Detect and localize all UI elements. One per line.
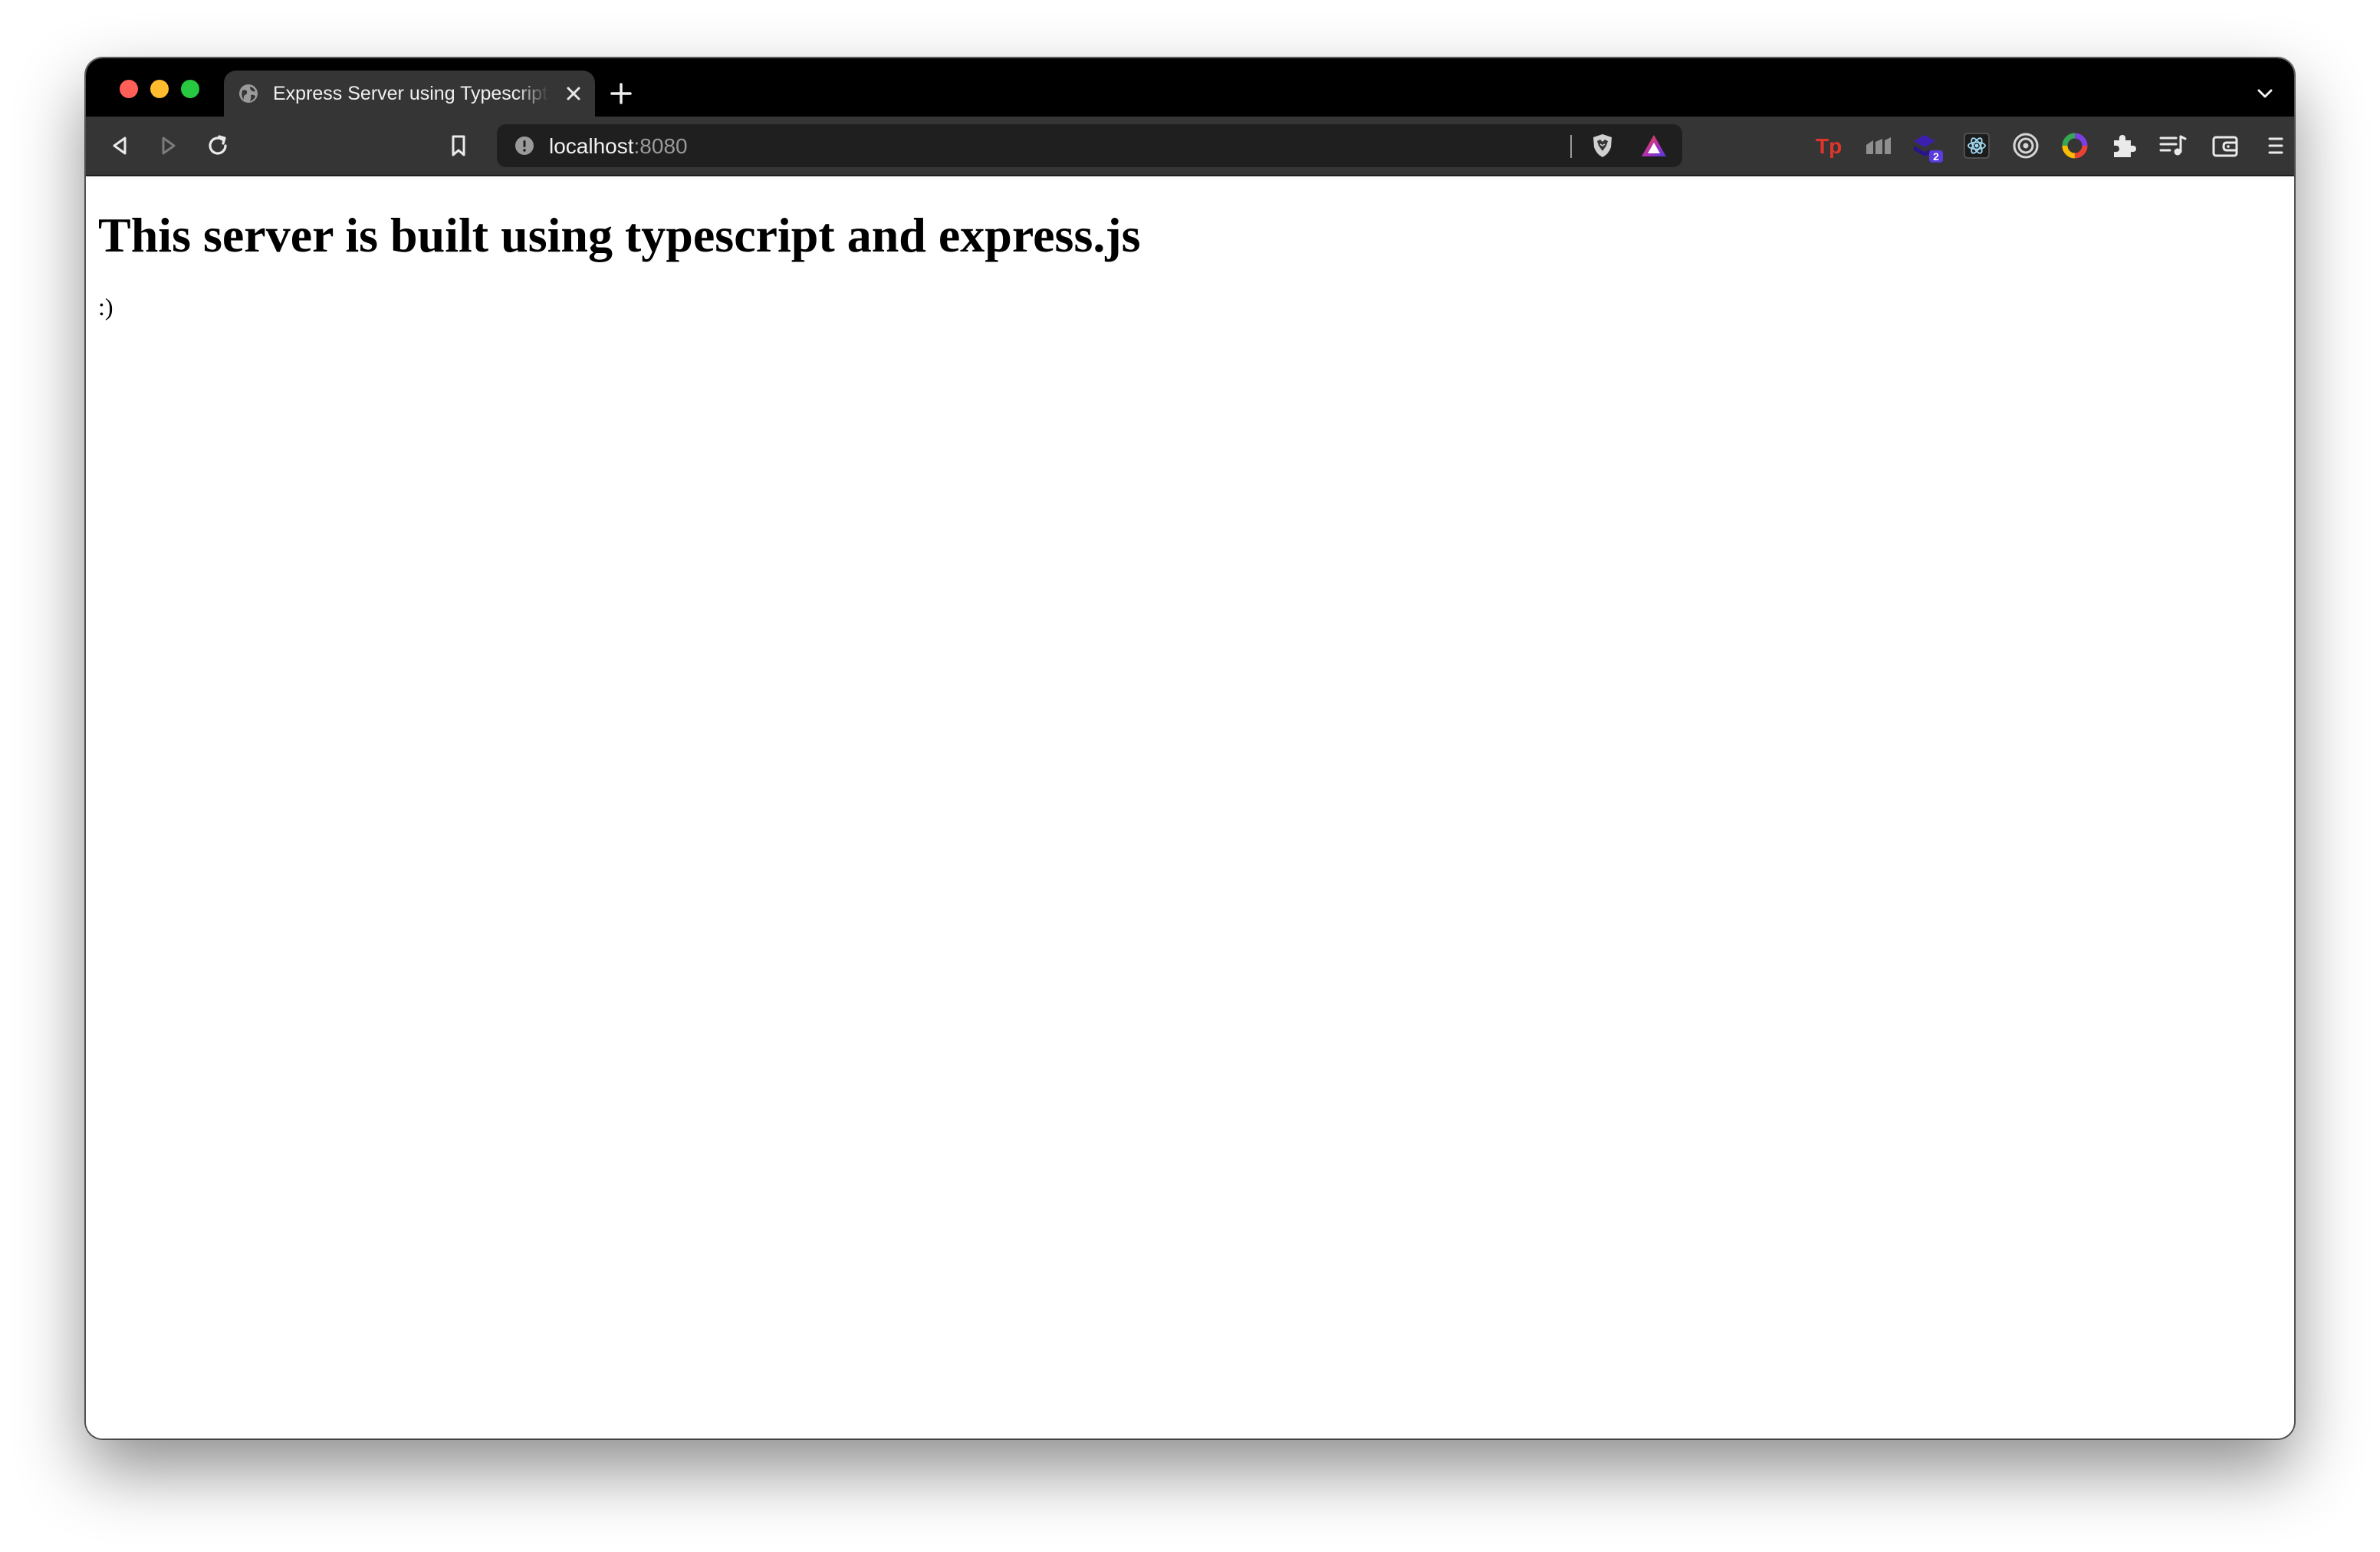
- window-minimize-button[interactable]: [150, 80, 169, 98]
- window-close-button[interactable]: [120, 80, 138, 98]
- page-viewport: This server is built using typescript an…: [86, 176, 2294, 1439]
- hamburger-menu-icon[interactable]: [2259, 129, 2293, 163]
- typing-tool-extension-icon[interactable]: Tp: [1813, 129, 1846, 163]
- color-picker-extension-icon[interactable]: [2058, 129, 2092, 163]
- site-info-icon[interactable]: [514, 135, 535, 156]
- brave-shields-icon[interactable]: [1589, 132, 1616, 159]
- url-text: localhost:8080: [549, 134, 688, 159]
- layers-extension-icon[interactable]: 2: [1911, 129, 1944, 163]
- omnibox-divider: [1570, 135, 1572, 158]
- back-icon[interactable]: [104, 130, 135, 161]
- wallet-icon[interactable]: [2208, 129, 2242, 163]
- chevron-down-icon[interactable]: [2251, 80, 2279, 107]
- reading-list-icon[interactable]: [2156, 129, 2190, 163]
- url-port: :8080: [633, 134, 688, 158]
- active-tab[interactable]: Express Server using Typescript: [224, 71, 595, 117]
- reload-icon[interactable]: [202, 130, 233, 161]
- brave-rewards-icon[interactable]: [1639, 132, 1668, 159]
- page-paragraph: :): [98, 293, 113, 321]
- browser-window: Express Server using Typescript localhos…: [86, 58, 2294, 1439]
- target-extension-icon[interactable]: [2009, 129, 2043, 163]
- new-tab-plus-icon[interactable]: [607, 80, 635, 107]
- window-zoom-button[interactable]: [181, 80, 199, 98]
- bookmark-icon[interactable]: [443, 130, 474, 161]
- svg-text:Tp: Tp: [1816, 134, 1842, 158]
- address-bar[interactable]: localhost:8080: [497, 124, 1682, 167]
- browser-toolbar: localhost:8080 Tp 2: [86, 117, 2294, 176]
- tab-strip: Express Server using Typescript: [86, 58, 2294, 117]
- tab-title: Express Server using Typescript: [273, 82, 548, 104]
- puzzle-extensions-icon[interactable]: [2107, 129, 2141, 163]
- close-tab-icon[interactable]: [563, 83, 584, 104]
- extension-badge: 2: [1933, 150, 1939, 163]
- page-heading: This server is built using typescript an…: [98, 208, 1141, 262]
- forward-icon[interactable]: [153, 130, 184, 161]
- analytics-extension-icon[interactable]: [1862, 129, 1895, 163]
- url-host: localhost: [549, 134, 634, 158]
- globe-icon: [238, 83, 259, 104]
- react-devtools-extension-icon[interactable]: [1960, 129, 1994, 163]
